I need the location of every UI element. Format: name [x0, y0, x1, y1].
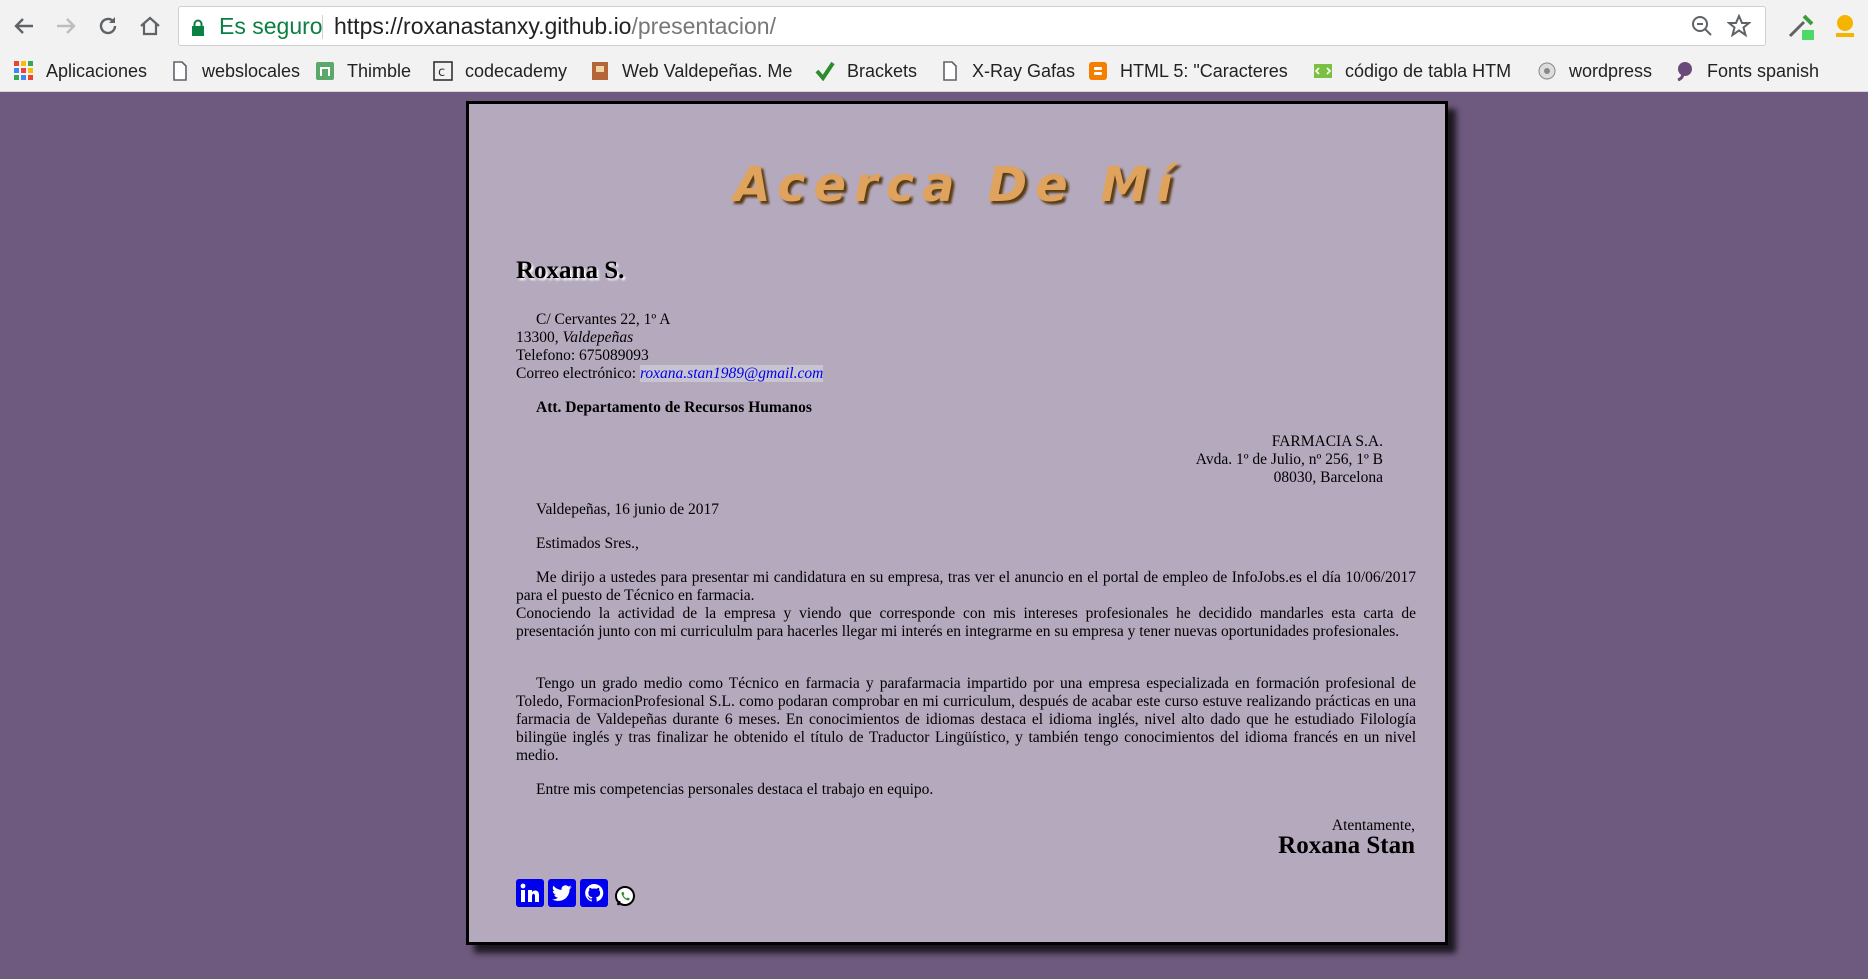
- back-arrow-icon: [14, 18, 33, 34]
- omnibox-divider: [322, 15, 323, 39]
- bookmark-label: código de tabla HTM: [1345, 60, 1512, 81]
- blogger-icon: [1088, 61, 1108, 81]
- paragraph-application: Me dirijo a ustedes para presentar mi ca…: [516, 569, 1416, 604]
- bookmark-label: Fonts spanish: [1707, 60, 1820, 81]
- bookmark-webslocales[interactable]: webslocales: [170, 58, 300, 84]
- recipient-company: FARMACIA S.A.: [1271, 433, 1383, 450]
- lock-icon: [191, 16, 205, 43]
- email-link[interactable]: roxana.stan1989@gmail.com: [639, 365, 824, 382]
- address-city: Valdepeñas: [562, 329, 634, 346]
- url-path: /presentacion/: [631, 13, 776, 39]
- recipient-city: 08030, Barcelona: [1273, 469, 1383, 486]
- bookmark-wordpress[interactable]: wordpress: [1537, 58, 1652, 84]
- bookmark-label: HTML 5: "Caracteres: [1120, 60, 1288, 81]
- bookmark-site-icon: [590, 61, 610, 81]
- browser-toolbar: Es seguro https://roxanastanxy.github.io…: [0, 0, 1868, 52]
- table-code-icon: [1313, 61, 1333, 81]
- bookmark-aplicaciones[interactable]: Aplicaciones: [14, 58, 147, 84]
- eyedropper-extension-icon[interactable]: [1786, 12, 1816, 42]
- sender-address: C/ Cervantes 22, 1º A 13300, Valdepeñas …: [516, 311, 824, 383]
- paragraph-interest: Conociendo la actividad de la empresa y …: [516, 605, 1416, 640]
- social-links: [516, 879, 638, 911]
- signature: Roxana Stan: [1278, 832, 1415, 859]
- reload-icon: [99, 17, 117, 35]
- paragraph-education: Tengo un grado medio como Técnico en far…: [516, 675, 1416, 764]
- zoom-icon[interactable]: [1691, 15, 1713, 43]
- page-icon: [170, 61, 190, 81]
- bookmark-label: Thimble: [347, 60, 412, 81]
- extension-icon[interactable]: [1830, 12, 1860, 42]
- bookmark-label: X-Ray Gafas: [972, 60, 1076, 81]
- bookmark-html5-caracteres[interactable]: HTML 5: "Caracteres: [1088, 58, 1293, 84]
- back-button[interactable]: [8, 10, 40, 42]
- address-street: C/ Cervantes 22, 1º A: [536, 311, 671, 328]
- greeting: Estimados Sres.,: [536, 535, 639, 552]
- linkedin-icon[interactable]: [516, 879, 544, 907]
- url-host: https://roxanastanxy.github.io: [334, 13, 632, 39]
- bookmark-codecademy[interactable]: c codecademy: [433, 58, 567, 84]
- bookmark-label: webslocales: [202, 60, 301, 81]
- bookmark-star-icon[interactable]: [1726, 13, 1752, 44]
- forward-arrow-icon: [57, 18, 76, 34]
- address-city-line: 13300, Valdepeñas: [516, 329, 823, 347]
- recipient-street: Avda. 1º de Julio, nº 256, 1º B: [1195, 451, 1383, 468]
- reload-button[interactable]: [92, 10, 124, 42]
- bookmark-label: codecademy: [465, 60, 568, 81]
- checkmark-icon: [815, 61, 835, 82]
- svg-text:c: c: [438, 65, 445, 80]
- bookmark-label: Brackets: [847, 60, 918, 81]
- attention-line: Att. Departamento de Recursos Humanos: [536, 399, 812, 416]
- bookmark-label: Aplicaciones: [46, 60, 148, 81]
- home-icon: [140, 16, 160, 36]
- codecademy-icon: c: [433, 61, 453, 81]
- letter-card: Acerca De Mí Roxana S. C/ Cervantes 22, …: [466, 101, 1448, 945]
- page-icon: [940, 61, 960, 81]
- whatsapp-icon[interactable]: [612, 883, 638, 911]
- forward-button[interactable]: [50, 10, 82, 42]
- recipient-address: FARMACIA S.A. Avda. 1º de Julio, nº 256,…: [1196, 433, 1383, 487]
- letter-date: Valdepeñas, 16 junio de 2017: [536, 501, 719, 518]
- bookmark-brackets[interactable]: Brackets: [815, 58, 917, 84]
- address-postal-code: 13300,: [516, 329, 563, 346]
- apps-grid-icon: [14, 61, 34, 81]
- bookmark-label: Web Valdepeñas. Me: [622, 60, 793, 81]
- address-email-line: Correo electrónico: roxana.stan1989@gmai…: [516, 365, 824, 383]
- url-text[interactable]: https://roxanastanxy.github.io/presentac…: [334, 13, 776, 40]
- address-bar[interactable]: Es seguro https://roxanastanxy.github.io…: [178, 6, 1766, 46]
- page-title: Acerca De Mí: [733, 157, 1181, 213]
- bookmark-thimble[interactable]: Thimble: [315, 58, 411, 84]
- paragraph-competencies: Entre mis competencias personales destac…: [536, 781, 934, 798]
- address-phone: Telefono: 675089093: [516, 347, 649, 364]
- wordpress-icon: [1537, 61, 1557, 81]
- bookmarks-bar: Aplicaciones webslocales Thimble c codec…: [0, 52, 1868, 92]
- bookmark-label: wordpress: [1569, 60, 1653, 81]
- bookmark-web-valdepenas[interactable]: Web Valdepeñas. Me: [590, 58, 795, 84]
- twitter-icon[interactable]: [548, 879, 576, 907]
- email-label: Correo electrónico:: [516, 365, 640, 382]
- bookmark-codigo-tabla[interactable]: código de tabla HTM: [1313, 58, 1515, 84]
- home-button[interactable]: [134, 10, 166, 42]
- security-label: Es seguro: [219, 13, 323, 39]
- thimble-icon: [315, 61, 335, 81]
- github-icon[interactable]: [580, 879, 608, 907]
- sender-name: Roxana S.: [516, 257, 625, 284]
- bookmark-xray-gafas[interactable]: X-Ray Gafas: [940, 58, 1075, 84]
- bookmark-fonts-spanish[interactable]: Fonts spanish: [1675, 58, 1819, 84]
- fonts-icon: [1675, 61, 1695, 82]
